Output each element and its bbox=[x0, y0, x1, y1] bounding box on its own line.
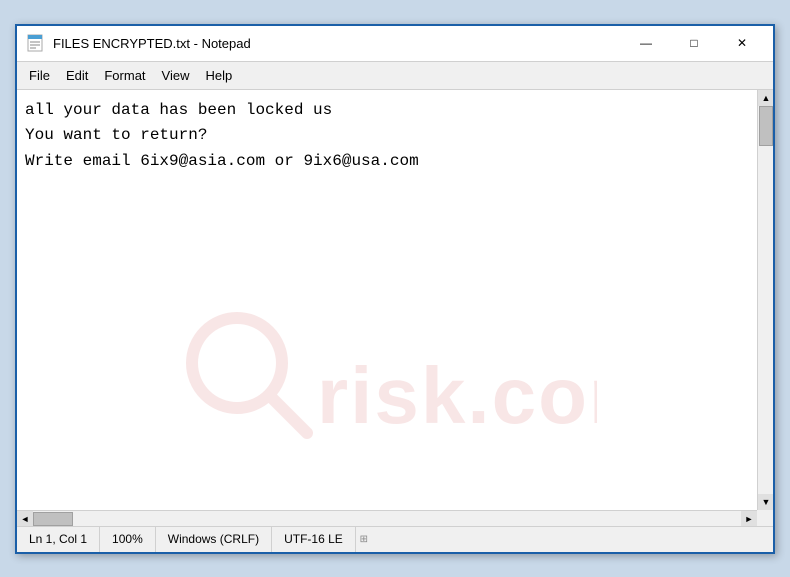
window-title: FILES ENCRYPTED.txt - Notepad bbox=[53, 36, 623, 51]
menu-edit[interactable]: Edit bbox=[58, 64, 96, 87]
maximize-button[interactable]: □ bbox=[671, 27, 717, 59]
menu-format[interactable]: Format bbox=[96, 64, 153, 87]
scroll-thumb-vertical[interactable] bbox=[759, 106, 773, 146]
scroll-thumb-horizontal[interactable] bbox=[33, 512, 73, 526]
editor-area: all your data has been locked us You wan… bbox=[17, 90, 773, 510]
notepad-window: FILES ENCRYPTED.txt - Notepad — □ ✕ File… bbox=[15, 24, 775, 554]
horizontal-scrollbar-row: ◄ ► bbox=[17, 510, 773, 526]
scroll-track-horizontal[interactable] bbox=[33, 511, 741, 526]
menu-bar: File Edit Format View Help bbox=[17, 62, 773, 90]
status-bar: Ln 1, Col 1 100% Windows (CRLF) UTF-16 L… bbox=[17, 526, 773, 552]
zoom-level: 100% bbox=[100, 527, 156, 552]
encoding: UTF-16 LE bbox=[272, 527, 356, 552]
scroll-right-button[interactable]: ► bbox=[741, 511, 757, 527]
text-content[interactable]: all your data has been locked us You wan… bbox=[17, 90, 757, 510]
scroll-left-button[interactable]: ◄ bbox=[17, 511, 33, 527]
title-bar: FILES ENCRYPTED.txt - Notepad — □ ✕ bbox=[17, 26, 773, 62]
minimize-button[interactable]: — bbox=[623, 27, 669, 59]
menu-view[interactable]: View bbox=[154, 64, 198, 87]
scroll-track-vertical[interactable] bbox=[758, 106, 773, 494]
menu-help[interactable]: Help bbox=[197, 64, 240, 87]
resize-grip-icon: ⊞ bbox=[360, 534, 368, 545]
vertical-scrollbar[interactable]: ▲ ▼ bbox=[757, 90, 773, 510]
close-button[interactable]: ✕ bbox=[719, 27, 765, 59]
scroll-down-button[interactable]: ▼ bbox=[758, 494, 773, 510]
cursor-position: Ln 1, Col 1 bbox=[25, 527, 100, 552]
horizontal-scrollbar[interactable]: ◄ ► bbox=[17, 510, 757, 526]
menu-file[interactable]: File bbox=[21, 64, 58, 87]
app-icon bbox=[25, 33, 45, 53]
scroll-up-button[interactable]: ▲ bbox=[758, 90, 773, 106]
window-controls: — □ ✕ bbox=[623, 27, 765, 59]
scroll-corner bbox=[757, 510, 773, 526]
line-ending: Windows (CRLF) bbox=[156, 527, 272, 552]
